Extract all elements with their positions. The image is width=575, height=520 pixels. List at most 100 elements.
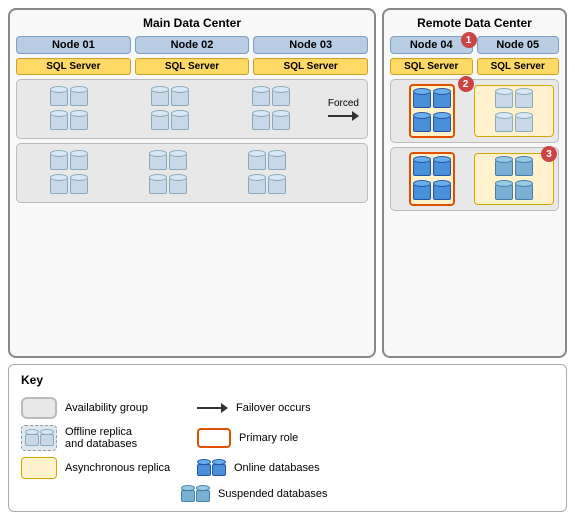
legend-offline-icon [21,425,57,451]
cyl-r3 [413,112,431,134]
cyl-top-17 [149,150,167,157]
cyl-r6 [515,88,533,110]
cyl-18 [169,150,187,172]
ag1-node02-cell [122,86,219,132]
cyl-top-16 [70,174,88,181]
cyl-r16 [515,180,533,202]
cyl-19 [149,174,167,196]
badge-2: 2 [458,76,474,92]
cyl-10 [272,86,290,108]
ag2-node01-dbs [50,150,88,196]
ag-row-2 [16,143,368,203]
cyl-6 [171,86,189,108]
legend-offline-label: Offline replicaand databases [65,426,137,450]
cyl-23 [248,174,266,196]
cyl-r15 [495,180,513,202]
forced-label: Forced [328,98,359,109]
cyl-16 [70,174,88,196]
node02-label: Node 02 [135,36,250,54]
cyl-r9 [413,156,431,178]
cyl-r4 [433,112,451,134]
legend-suspended-label: Suspended databases [218,488,327,500]
cyl-11 [252,110,270,132]
remote-ag-row-2: 3 [390,147,559,211]
node01-sql: SQL Server [16,58,131,75]
cyl-top-15 [50,174,68,181]
badge-1: 1 [461,32,477,48]
legend-async-icon [21,457,57,479]
node04-col: 1 Node 04 SQL Server [390,36,473,75]
cyl-2 [70,86,88,108]
cyl-top-r5 [495,88,513,95]
ag1-node03-dbs [252,86,290,132]
arrow-line [328,115,352,117]
remote-ag-rows: 2 [390,79,559,211]
main-data-center: Main Data Center Node 01 SQL Server Node… [8,8,376,358]
cyl-top-20 [169,174,187,181]
legend-online-icon [197,459,226,477]
ag2-node01-cell [21,150,116,196]
forced-arrow-area: Forced [324,98,363,121]
cyl-r12 [433,180,451,202]
ag1-node01-cell [21,86,118,132]
legend-online-label: Online databases [234,462,320,474]
cyl-4 [70,110,88,132]
remote-ag2-node05-dbs [495,156,533,202]
legend-ag-label: Availability group [65,402,148,414]
cyl-13 [50,150,68,172]
cyl-r13 [495,156,513,178]
ag2-node03-dbs [248,150,286,196]
cyl-top-r6 [515,88,533,95]
cyl-21 [248,150,266,172]
cyl-top-19 [149,174,167,181]
async-shape [21,457,57,479]
remote-nodes-row: 1 Node 04 SQL Server Node 05 SQL Server [390,36,559,75]
node02-sql: SQL Server [135,58,250,75]
cyl-5 [151,86,169,108]
main-container: Main Data Center Node 01 SQL Server Node… [0,0,575,520]
cyl-r8 [515,112,533,134]
cyl-14 [70,150,88,172]
node05-label: Node 05 [477,36,560,54]
ag2-node03-cell [220,150,315,196]
legend-online-cyl1 [197,459,211,477]
node04-sql: SQL Server [390,58,473,75]
legend-susp-cyl1 [181,485,195,503]
node04-primary-border-2 [409,152,455,206]
remote-data-center: Remote Data Center 1 Node 04 SQL Server … [382,8,567,358]
legend-ag-icon [21,397,57,419]
legend-arrow-head [221,403,228,413]
remote-ag2-node04-cell [395,152,470,206]
cyl-22 [268,150,286,172]
cyl-8 [171,110,189,132]
main-ag-rows: Forced [16,79,368,203]
cyl-20 [169,174,187,196]
cyl-r2 [433,88,451,110]
remote-ag1-node05-dbs [495,88,533,134]
remote-ag2-node04-dbs [413,156,451,202]
cyl-r11 [413,180,431,202]
cyl-r14 [515,156,533,178]
cyl-top-13 [50,150,68,157]
legend-failover-item: Failover occurs [197,397,357,419]
legend-async-item: Asynchronous replica [21,457,181,479]
legend-failover-icon [197,403,228,413]
remote-ag-row-1: 2 [390,79,559,143]
legend-suspended-item: Suspended databases [181,485,341,503]
remote-ag1-node04-cell: 2 [395,84,470,138]
node03-col: Node 03 SQL Server [253,36,368,75]
cyl-7 [151,110,169,132]
cyl-15 [50,174,68,196]
legend-cyl-sm2 [40,429,54,447]
node03-sql: SQL Server [253,58,368,75]
node05-col: Node 05 SQL Server [477,36,560,75]
remote-dc-title: Remote Data Center [390,16,559,30]
cyl-top-r16 [515,180,533,187]
cyl-r7 [495,112,513,134]
diagram-area: Main Data Center Node 01 SQL Server Node… [8,8,567,358]
remote-ag2-node05-cell: 3 [474,153,555,205]
cyl-3 [50,110,68,132]
main-dc-title: Main Data Center [16,16,368,30]
legend-failover-label: Failover occurs [236,402,311,414]
cyl-top-18 [169,150,187,157]
